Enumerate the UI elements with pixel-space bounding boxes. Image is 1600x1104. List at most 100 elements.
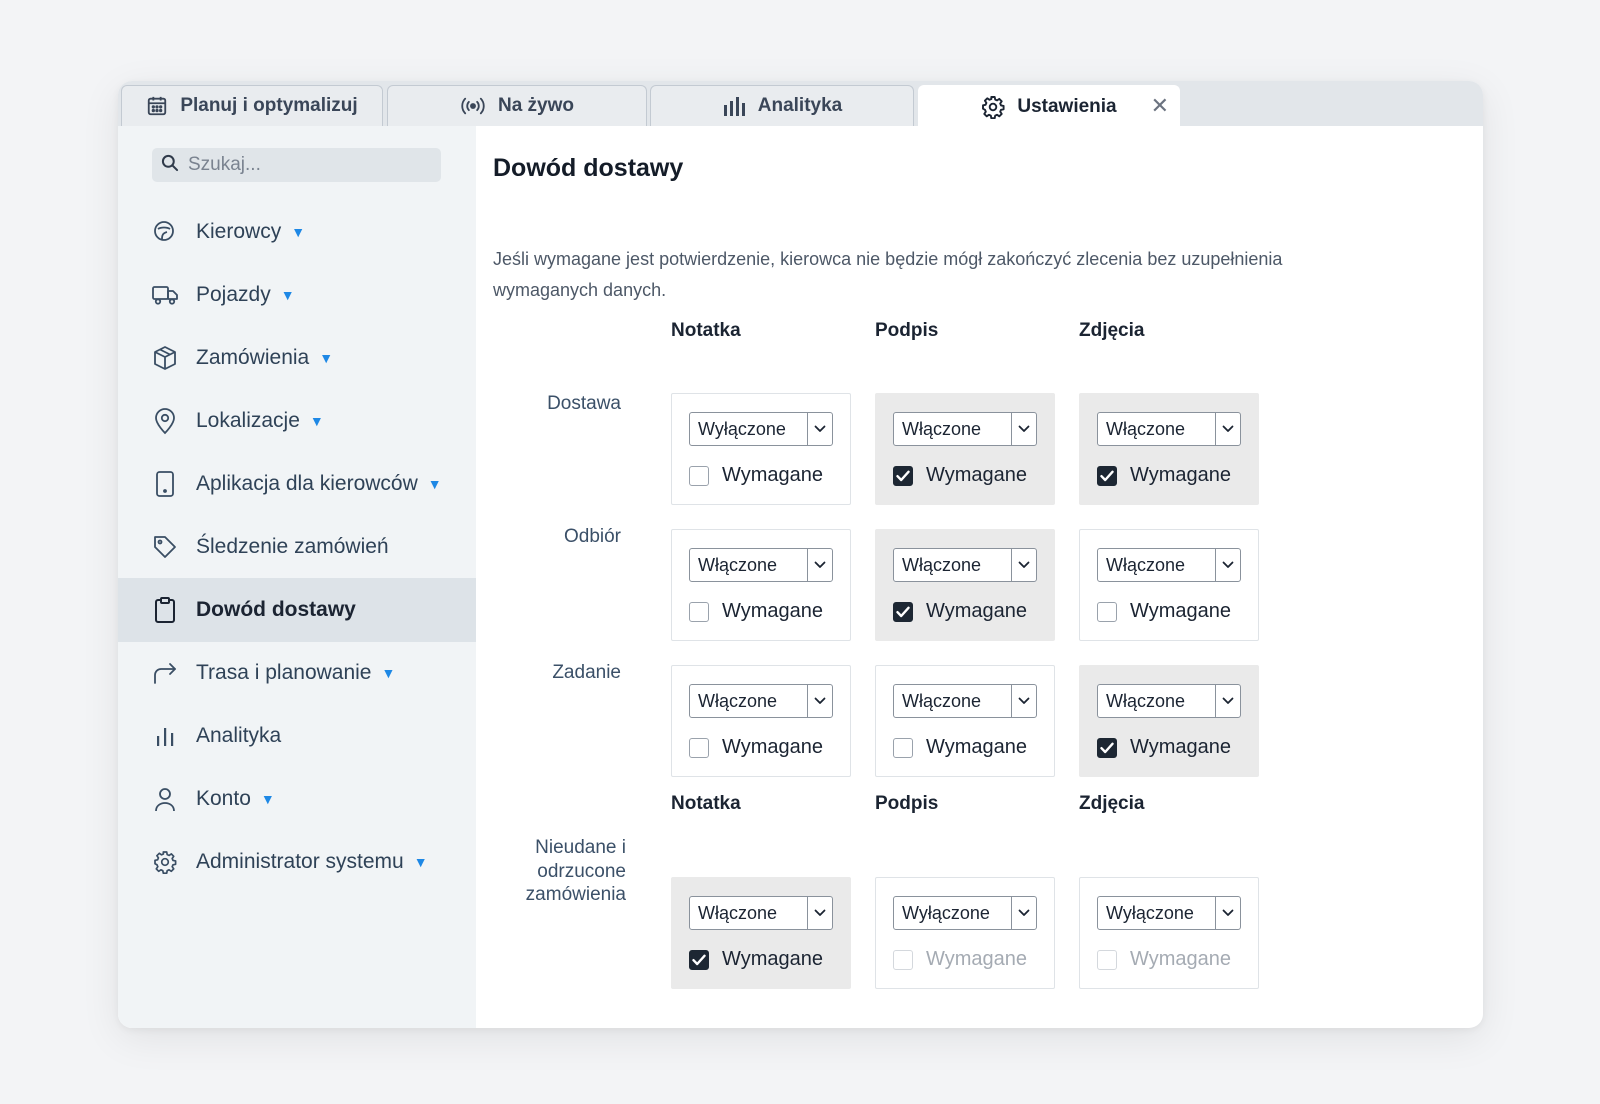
caret-down-icon: ▼	[413, 854, 428, 870]
checkbox-label: Wymagane	[722, 736, 823, 758]
sidebar-item-sledzenie[interactable]: Śledzenie zamówień	[118, 515, 476, 579]
sidebar-item-pojazdy[interactable]: Pojazdy ▼	[118, 263, 476, 327]
required-checkbox[interactable]	[689, 949, 709, 970]
chevron-down-icon[interactable]	[807, 413, 832, 445]
chevron-down-icon[interactable]	[807, 897, 832, 929]
sidebar-item-kierowcy[interactable]: Kierowcy ▼	[118, 200, 476, 264]
required-checkbox-row[interactable]: Wymagane	[1097, 464, 1231, 487]
row-label-odbior: Odbiór	[563, 526, 621, 547]
checkbox-label: Wymagane	[722, 600, 823, 622]
row-label-zadanie: Zadanie	[552, 662, 621, 683]
caret-down-icon: ▼	[280, 287, 295, 303]
required-checkbox-row[interactable]: Wymagane	[689, 464, 823, 487]
chevron-down-icon[interactable]	[1011, 897, 1036, 929]
required-checkbox[interactable]	[689, 737, 709, 758]
sidebar-item-lokalizacje[interactable]: Lokalizacje ▼	[118, 389, 476, 453]
mode-select[interactable]: Włączone	[689, 684, 833, 718]
required-checkbox[interactable]	[1097, 465, 1117, 486]
sidebar-item-label: Zamówienia	[196, 346, 310, 369]
mode-select[interactable]: Włączone	[893, 548, 1037, 582]
chevron-down-icon[interactable]	[1011, 549, 1036, 581]
tab-analytics[interactable]: Analityka	[650, 85, 914, 126]
sidebar-item-zamowienia[interactable]: Zamówienia ▼	[118, 326, 476, 390]
select-value: Włączone	[698, 902, 778, 923]
page-title: Dowód dostawy	[493, 154, 684, 182]
mode-select[interactable]: Włączone	[893, 412, 1037, 446]
sidebar-item-trasa[interactable]: Trasa i planowanie ▼	[118, 641, 476, 705]
mode-select[interactable]: Włączone	[1097, 684, 1241, 718]
tab-settings[interactable]: Ustawienia ✕	[918, 85, 1180, 127]
required-checkbox	[893, 949, 913, 970]
chevron-down-icon[interactable]	[807, 549, 832, 581]
sidebar-item-admin[interactable]: Administrator systemu ▼	[118, 830, 476, 894]
required-checkbox[interactable]	[893, 465, 913, 486]
chevron-down-icon[interactable]	[1215, 685, 1240, 717]
required-checkbox-row[interactable]: Wymagane	[1097, 600, 1231, 623]
caret-down-icon: ▼	[260, 791, 275, 807]
cell-odbior-notatka: Włączone Wymagane	[671, 529, 851, 641]
sidebar-item-label: Analityka	[196, 724, 282, 747]
mode-select[interactable]: Włączone	[1097, 548, 1241, 582]
mode-select[interactable]: Włączone	[1097, 412, 1241, 446]
tab-plan-optimize[interactable]: Planuj i optymalizuj	[121, 85, 383, 126]
required-checkbox-row[interactable]: Wymagane	[893, 600, 1027, 623]
caret-down-icon: ▼	[319, 350, 334, 366]
sidebar-item-aplikacja[interactable]: Aplikacja dla kierowców ▼	[118, 452, 476, 516]
select-value: Włączone	[902, 418, 982, 439]
chevron-down-icon[interactable]	[1215, 413, 1240, 445]
sidebar-item-konto[interactable]: Konto ▼	[118, 767, 476, 831]
mode-select[interactable]: Wyłączone	[689, 412, 833, 446]
mode-select[interactable]: Włączone	[893, 684, 1037, 718]
required-checkbox-row[interactable]: Wymagane	[689, 948, 823, 971]
cell-odbior-zdjecia: Włączone Wymagane	[1079, 529, 1259, 641]
required-checkbox[interactable]	[689, 601, 709, 622]
settings-window: Planuj i optymalizuj Na żywo Analityka U…	[118, 81, 1483, 1028]
calendar-icon	[146, 95, 168, 117]
required-checkbox[interactable]	[689, 465, 709, 486]
column-header-podpis: Podpis	[875, 793, 939, 814]
gear-icon	[981, 95, 1005, 119]
chevron-down-icon[interactable]	[1011, 413, 1036, 445]
mode-select[interactable]: Wyłączone	[893, 896, 1037, 930]
route-arrow-icon	[150, 658, 180, 688]
required-checkbox-row[interactable]: Wymagane	[893, 464, 1027, 487]
sidebar-item-analityka[interactable]: Analityka	[118, 704, 476, 768]
cell-nieudane-notatka: Włączone Wymagane	[671, 877, 851, 989]
required-checkbox-row[interactable]: Wymagane	[689, 600, 823, 623]
required-checkbox-row: Wymagane	[893, 948, 1027, 971]
select-value: Włączone	[1106, 690, 1186, 711]
tab-live[interactable]: Na żywo	[387, 85, 647, 126]
sidebar-item-dowod-dostawy[interactable]: Dowód dostawy	[118, 578, 476, 642]
search-icon	[160, 153, 180, 178]
cell-zadanie-notatka: Włączone Wymagane	[671, 665, 851, 777]
close-icon[interactable]: ✕	[1151, 94, 1169, 118]
steering-icon	[150, 217, 180, 247]
sidebar-item-label: Lokalizacje	[196, 409, 300, 432]
chevron-down-icon[interactable]	[1011, 685, 1036, 717]
mode-select[interactable]: Wyłączone	[1097, 896, 1241, 930]
required-checkbox[interactable]	[893, 601, 913, 622]
required-checkbox[interactable]	[1097, 737, 1117, 758]
chevron-down-icon[interactable]	[1215, 897, 1240, 929]
tab-label: Ustawienia	[1017, 95, 1117, 117]
checkmark-icon	[1100, 470, 1114, 481]
select-value: Włączone	[1106, 554, 1186, 575]
required-checkbox[interactable]	[893, 737, 913, 758]
select-value: Włączone	[1106, 418, 1186, 439]
caret-down-icon: ▼	[427, 476, 442, 492]
caret-down-icon: ▼	[309, 413, 324, 429]
box-icon	[150, 343, 180, 373]
tab-label: Analityka	[757, 95, 843, 116]
required-checkbox-row[interactable]: Wymagane	[689, 736, 823, 759]
mode-select[interactable]: Włączone	[689, 896, 833, 930]
chevron-down-icon[interactable]	[1215, 549, 1240, 581]
row-label-nieudane: Nieudane i odrzucone zamówienia	[525, 837, 626, 905]
chevron-down-icon[interactable]	[807, 685, 832, 717]
required-checkbox-row[interactable]: Wymagane	[1097, 736, 1231, 759]
required-checkbox[interactable]	[1097, 601, 1117, 622]
search-input[interactable]	[186, 153, 430, 177]
column-header-notatka: Notatka	[671, 320, 741, 341]
mode-select[interactable]: Włączone	[689, 548, 833, 582]
required-checkbox-row[interactable]: Wymagane	[893, 736, 1027, 759]
select-value: Wyłączone	[1106, 902, 1194, 923]
